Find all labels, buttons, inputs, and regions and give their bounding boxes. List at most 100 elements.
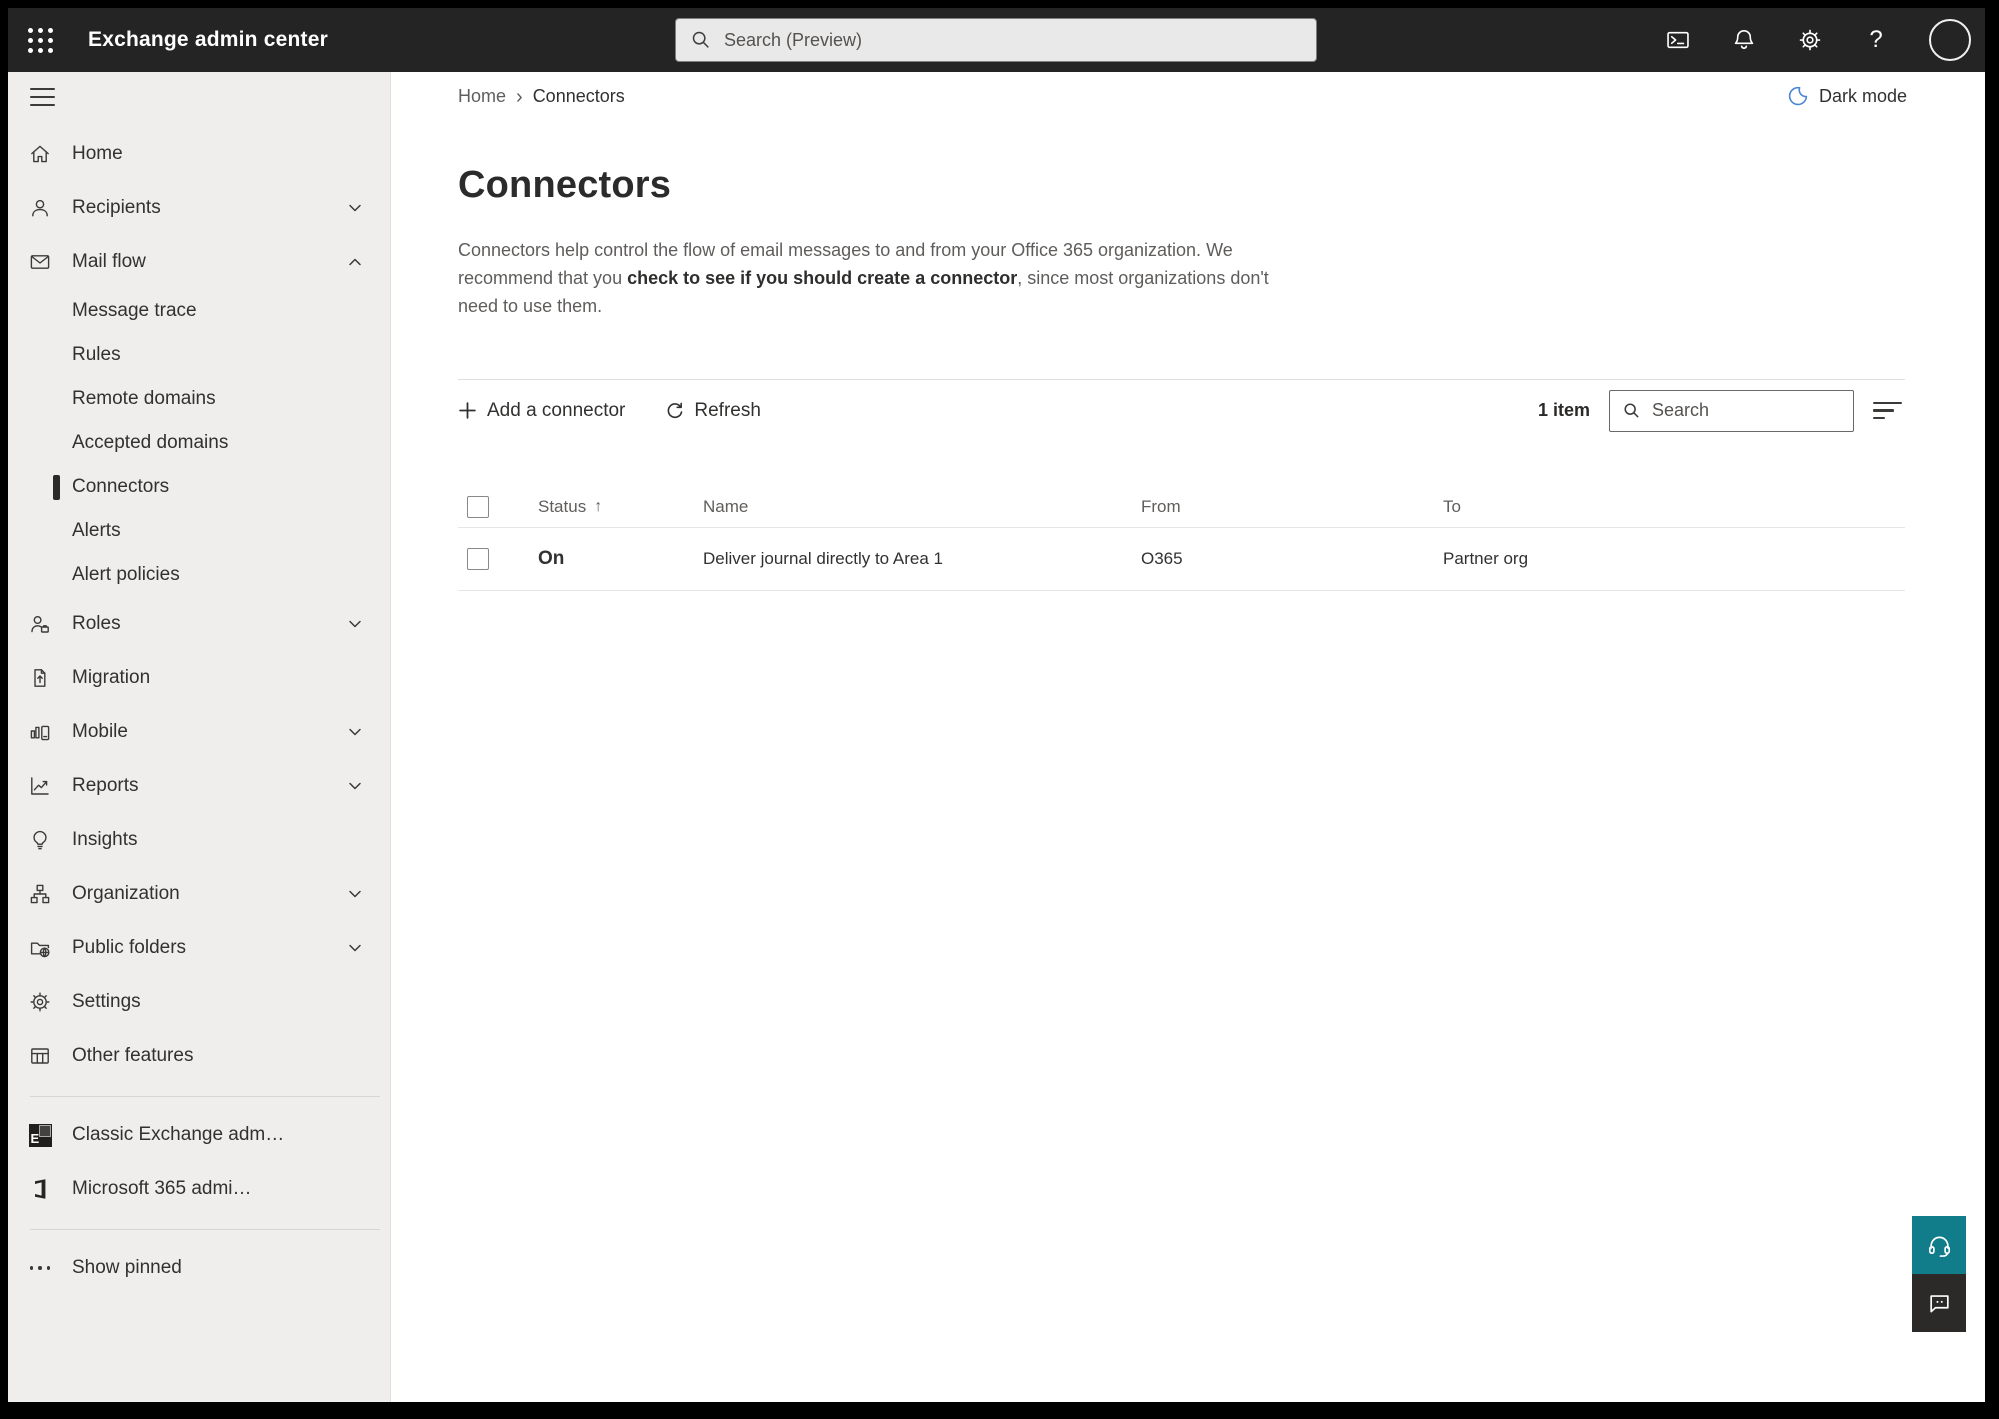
topbar-search-input[interactable] — [724, 29, 1302, 51]
mail-icon — [28, 250, 52, 274]
moon-icon — [1788, 86, 1808, 106]
sidebar-divider — [30, 1096, 380, 1097]
sidebar-item-alerts[interactable]: Alerts — [8, 509, 390, 553]
app-window: Exchange admin center ? — [8, 8, 1985, 1402]
sidebar-item-insights[interactable]: Insights — [8, 813, 390, 867]
sidebar-item-accepted-domains[interactable]: Accepted domains — [8, 421, 390, 465]
row-from: O365 — [1141, 549, 1183, 568]
sidebar-item-home[interactable]: Home — [8, 127, 390, 181]
support-button[interactable] — [1912, 1216, 1966, 1274]
gear-icon — [1799, 29, 1821, 51]
chevron-down-icon — [347, 200, 363, 216]
sidebar-item-settings[interactable]: Settings — [8, 975, 390, 1029]
filter-button[interactable] — [1873, 400, 1903, 422]
sidebar-item-microsoft-365[interactable]: Microsoft 365 admi… — [8, 1162, 390, 1216]
breadcrumb-current: Connectors — [532, 86, 625, 106]
add-connector-button[interactable]: Add a connector — [458, 400, 625, 422]
column-header-to: To — [1443, 496, 1461, 516]
chevron-up-icon — [347, 254, 363, 270]
sidebar-item-mail-flow[interactable]: Mail flow — [8, 235, 390, 289]
folder-globe-icon — [28, 936, 52, 960]
dark-mode-label: Dark mode — [1818, 85, 1907, 106]
sidebar-item-show-pinned[interactable]: Show pinned — [8, 1241, 390, 1295]
mobile-chart-icon — [28, 720, 52, 744]
refresh-icon — [667, 402, 683, 419]
notifications-button[interactable] — [1731, 27, 1757, 53]
ellipsis-icon — [28, 1256, 52, 1280]
topbar-search[interactable] — [675, 18, 1317, 62]
table-icon — [28, 1044, 52, 1068]
line-chart-icon — [28, 774, 52, 798]
item-count: 1 item — [1537, 400, 1590, 420]
list-search[interactable] — [1609, 389, 1884, 432]
sort-ascending-icon: ↑ — [594, 497, 603, 515]
connectors-table: Status ↑ Name From To On Deliver journal… — [458, 486, 1905, 591]
list-search-input[interactable] — [1652, 400, 1884, 421]
column-header-from: From — [1141, 496, 1181, 516]
floating-buttons — [1912, 1216, 1966, 1332]
search-icon — [1624, 403, 1639, 418]
dark-mode-toggle[interactable]: Dark mode — [1787, 85, 1907, 107]
help-button[interactable]: ? — [1863, 26, 1889, 53]
sidebar-item-alert-policies[interactable]: Alert policies — [8, 553, 390, 597]
description-link[interactable]: check to see if you should create a conn… — [627, 268, 1017, 288]
chevron-down-icon — [347, 886, 363, 902]
collapse-nav-button[interactable] — [30, 88, 55, 106]
main-content: Home › Connectors Dark mode Connectors C… — [391, 72, 1985, 1402]
settings-button[interactable] — [1797, 27, 1823, 53]
sidebar-item-roles[interactable]: Roles — [8, 597, 390, 651]
table-header-row: Status ↑ Name From To — [458, 486, 1905, 528]
chevron-down-icon — [347, 724, 363, 740]
topbar: Exchange admin center ? — [8, 8, 1985, 72]
sidebar-item-remote-domains[interactable]: Remote domains — [8, 377, 390, 421]
account-avatar[interactable] — [1929, 19, 1971, 61]
org-chart-icon — [28, 882, 52, 906]
selected-indicator — [53, 475, 60, 500]
terminal-icon — [1667, 31, 1689, 49]
sidebar-item-classic-exchange[interactable]: E Classic Exchange adm… — [8, 1108, 390, 1162]
document-arrow-icon — [28, 666, 52, 690]
gear-icon — [28, 990, 52, 1014]
headset-icon — [1928, 1236, 1950, 1257]
refresh-button[interactable]: Refresh — [665, 400, 761, 422]
sidebar-item-public-folders[interactable]: Public folders — [8, 921, 390, 975]
sidebar-item-other-features[interactable]: Other features — [8, 1029, 390, 1083]
sidebar-item-organization[interactable]: Organization — [8, 867, 390, 921]
lightbulb-icon — [28, 828, 52, 852]
sidebar-item-migration[interactable]: Migration — [8, 651, 390, 705]
app-launcher-button[interactable] — [8, 8, 72, 72]
column-header-name: Name — [703, 496, 749, 516]
topbar-actions: ? — [1665, 19, 1985, 61]
row-name: Deliver journal directly to Area 1 — [703, 549, 944, 568]
column-header-status[interactable]: Status ↑ — [538, 497, 703, 517]
sidebar: Home Recipients Mail flow Message trace … — [8, 72, 391, 1402]
app-title: Exchange admin center — [88, 28, 328, 51]
row-status: On — [538, 548, 565, 569]
sidebar-item-reports[interactable]: Reports — [8, 759, 390, 813]
breadcrumb: Home › Connectors — [458, 86, 1985, 107]
home-icon — [28, 142, 52, 166]
breadcrumb-separator-icon: › — [516, 85, 523, 108]
help-icon: ? — [1869, 26, 1883, 53]
select-all-checkbox[interactable] — [467, 495, 489, 518]
waffle-icon — [27, 27, 53, 53]
search-icon — [692, 31, 709, 48]
sidebar-item-mobile[interactable]: Mobile — [8, 705, 390, 759]
bell-icon — [1734, 29, 1754, 49]
feedback-button[interactable] — [1912, 1274, 1966, 1332]
classic-exchange-icon: E — [28, 1123, 52, 1147]
plus-icon — [459, 402, 476, 419]
person-badge-icon — [28, 612, 52, 636]
sidebar-item-recipients[interactable]: Recipients — [8, 181, 390, 235]
page-title: Connectors — [458, 164, 672, 206]
list-toolbar: Add a connector Refresh 1 item — [458, 379, 1905, 441]
row-to: Partner org — [1443, 549, 1529, 568]
sidebar-item-message-trace[interactable]: Message trace — [8, 289, 390, 333]
microsoft-365-icon — [28, 1177, 52, 1201]
sidebar-item-connectors[interactable]: Connectors — [8, 465, 390, 509]
sidebar-item-rules[interactable]: Rules — [8, 333, 390, 377]
breadcrumb-home-link[interactable]: Home — [458, 86, 506, 107]
table-row[interactable]: On Deliver journal directly to Area 1 O3… — [458, 528, 1905, 591]
row-checkbox[interactable] — [467, 548, 489, 570]
cloud-shell-button[interactable] — [1665, 27, 1691, 53]
